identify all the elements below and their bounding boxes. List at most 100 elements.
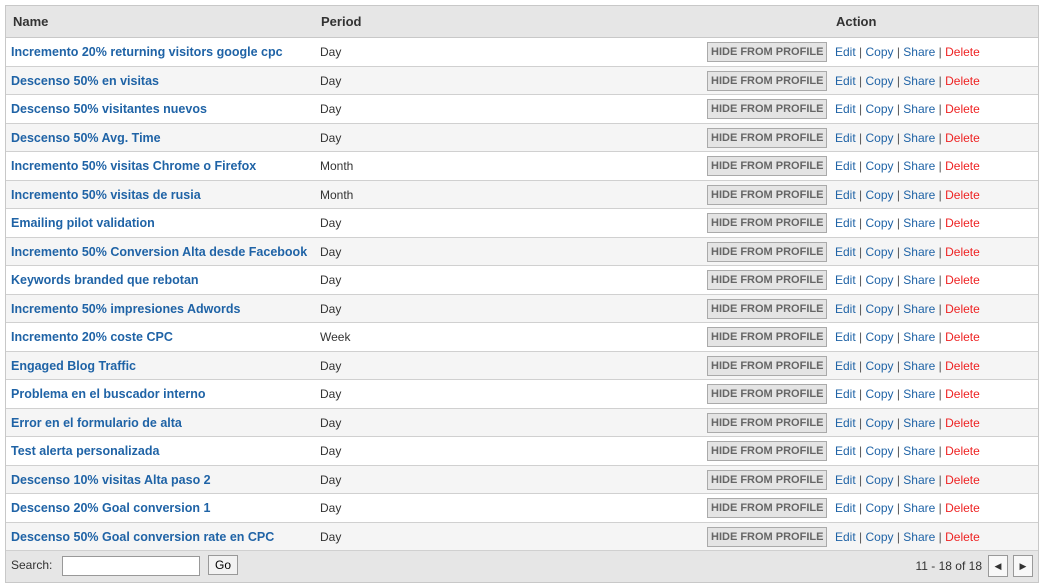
next-page-icon[interactable]: ▶ (1013, 555, 1033, 577)
share-link[interactable]: Share (903, 188, 935, 202)
edit-link[interactable]: Edit (835, 188, 856, 202)
copy-link[interactable]: Copy (865, 216, 893, 230)
alert-name-link[interactable]: Test alerta personalizada (11, 444, 159, 458)
delete-link[interactable]: Delete (945, 330, 980, 344)
delete-link[interactable]: Delete (945, 416, 980, 430)
delete-link[interactable]: Delete (945, 302, 980, 316)
hide-from-profile-button[interactable]: HIDE FROM PROFILE (707, 184, 828, 205)
edit-link[interactable]: Edit (835, 273, 856, 287)
alert-name-link[interactable]: Incremento 50% Conversion Alta desde Fac… (11, 245, 307, 259)
edit-link[interactable]: Edit (835, 330, 856, 344)
hide-from-profile-button[interactable]: HIDE FROM PROFILE (707, 298, 828, 319)
edit-link[interactable]: Edit (835, 216, 856, 230)
copy-link[interactable]: Copy (865, 131, 893, 145)
alert-name-link[interactable]: Incremento 50% visitas de rusia (11, 188, 201, 202)
hide-from-profile-button[interactable]: HIDE FROM PROFILE (707, 70, 828, 91)
alert-name-link[interactable]: Error en el formulario de alta (11, 416, 182, 430)
alert-name-link[interactable]: Descenso 50% Avg. Time (11, 131, 161, 145)
delete-link[interactable]: Delete (945, 273, 980, 287)
copy-link[interactable]: Copy (865, 74, 893, 88)
copy-link[interactable]: Copy (865, 273, 893, 287)
delete-link[interactable]: Delete (945, 131, 980, 145)
copy-link[interactable]: Copy (865, 530, 893, 544)
share-link[interactable]: Share (903, 416, 935, 430)
share-link[interactable]: Share (903, 359, 935, 373)
copy-link[interactable]: Copy (865, 102, 893, 116)
alert-name-link[interactable]: Descenso 50% en visitas (11, 74, 159, 88)
edit-link[interactable]: Edit (835, 387, 856, 401)
copy-link[interactable]: Copy (865, 387, 893, 401)
alert-name-link[interactable]: Engaged Blog Traffic (11, 359, 136, 373)
hide-from-profile-button[interactable]: HIDE FROM PROFILE (707, 355, 828, 376)
edit-link[interactable]: Edit (835, 159, 856, 173)
share-link[interactable]: Share (903, 102, 935, 116)
copy-link[interactable]: Copy (865, 359, 893, 373)
hide-from-profile-button[interactable]: HIDE FROM PROFILE (707, 498, 828, 518)
share-link[interactable]: Share (903, 501, 935, 515)
hide-from-profile-button[interactable]: HIDE FROM PROFILE (707, 270, 828, 290)
edit-link[interactable]: Edit (835, 444, 856, 458)
alert-name-link[interactable]: Descenso 10% visitas Alta paso 2 (11, 473, 211, 487)
share-link[interactable]: Share (903, 444, 935, 458)
hide-from-profile-button[interactable]: HIDE FROM PROFILE (707, 127, 828, 148)
edit-link[interactable]: Edit (835, 102, 856, 116)
delete-link[interactable]: Delete (945, 501, 980, 515)
hide-from-profile-button[interactable]: HIDE FROM PROFILE (707, 412, 828, 433)
delete-link[interactable]: Delete (945, 74, 980, 88)
share-link[interactable]: Share (903, 131, 935, 145)
edit-link[interactable]: Edit (835, 302, 856, 316)
delete-link[interactable]: Delete (945, 159, 980, 173)
copy-link[interactable]: Copy (865, 188, 893, 202)
copy-link[interactable]: Copy (865, 416, 893, 430)
share-link[interactable]: Share (903, 216, 935, 230)
edit-link[interactable]: Edit (835, 359, 856, 373)
copy-link[interactable]: Copy (865, 302, 893, 316)
edit-link[interactable]: Edit (835, 245, 856, 259)
alert-name-link[interactable]: Descenso 50% visitantes nuevos (11, 102, 207, 116)
copy-link[interactable]: Copy (865, 473, 893, 487)
copy-link[interactable]: Copy (865, 444, 893, 458)
prev-page-icon[interactable]: ◀ (988, 555, 1008, 577)
delete-link[interactable]: Delete (945, 473, 980, 487)
share-link[interactable]: Share (903, 302, 935, 316)
hide-from-profile-button[interactable]: HIDE FROM PROFILE (707, 327, 828, 347)
edit-link[interactable]: Edit (835, 74, 856, 88)
edit-link[interactable]: Edit (835, 473, 856, 487)
share-link[interactable]: Share (903, 45, 935, 59)
share-link[interactable]: Share (903, 387, 935, 401)
alert-name-link[interactable]: Descenso 20% Goal conversion 1 (11, 501, 210, 515)
share-link[interactable]: Share (903, 74, 935, 88)
delete-link[interactable]: Delete (945, 45, 980, 59)
go-button[interactable]: Go (208, 555, 238, 575)
search-input[interactable] (62, 556, 200, 576)
alert-name-link[interactable]: Descenso 50% Goal conversion rate en CPC (11, 530, 274, 544)
edit-link[interactable]: Edit (835, 45, 856, 59)
copy-link[interactable]: Copy (865, 45, 893, 59)
hide-from-profile-button[interactable]: HIDE FROM PROFILE (707, 99, 828, 119)
share-link[interactable]: Share (903, 530, 935, 544)
hide-from-profile-button[interactable]: HIDE FROM PROFILE (707, 213, 828, 233)
alert-name-link[interactable]: Problema en el buscador interno (11, 387, 206, 401)
edit-link[interactable]: Edit (835, 530, 856, 544)
share-link[interactable]: Share (903, 273, 935, 287)
hide-from-profile-button[interactable]: HIDE FROM PROFILE (707, 441, 828, 461)
hide-from-profile-button[interactable]: HIDE FROM PROFILE (707, 42, 828, 62)
delete-link[interactable]: Delete (945, 444, 980, 458)
copy-link[interactable]: Copy (865, 159, 893, 173)
delete-link[interactable]: Delete (945, 216, 980, 230)
hide-from-profile-button[interactable]: HIDE FROM PROFILE (707, 526, 828, 547)
share-link[interactable]: Share (903, 245, 935, 259)
delete-link[interactable]: Delete (945, 359, 980, 373)
edit-link[interactable]: Edit (835, 501, 856, 515)
hide-from-profile-button[interactable]: HIDE FROM PROFILE (707, 156, 828, 176)
delete-link[interactable]: Delete (945, 245, 980, 259)
share-link[interactable]: Share (903, 159, 935, 173)
delete-link[interactable]: Delete (945, 530, 980, 544)
alert-name-link[interactable]: Incremento 50% visitas Chrome o Firefox (11, 159, 256, 173)
copy-link[interactable]: Copy (865, 245, 893, 259)
edit-link[interactable]: Edit (835, 131, 856, 145)
hide-from-profile-button[interactable]: HIDE FROM PROFILE (707, 241, 828, 262)
hide-from-profile-button[interactable]: HIDE FROM PROFILE (707, 469, 828, 490)
copy-link[interactable]: Copy (865, 501, 893, 515)
alert-name-link[interactable]: Incremento 50% impresiones Adwords (11, 302, 240, 316)
